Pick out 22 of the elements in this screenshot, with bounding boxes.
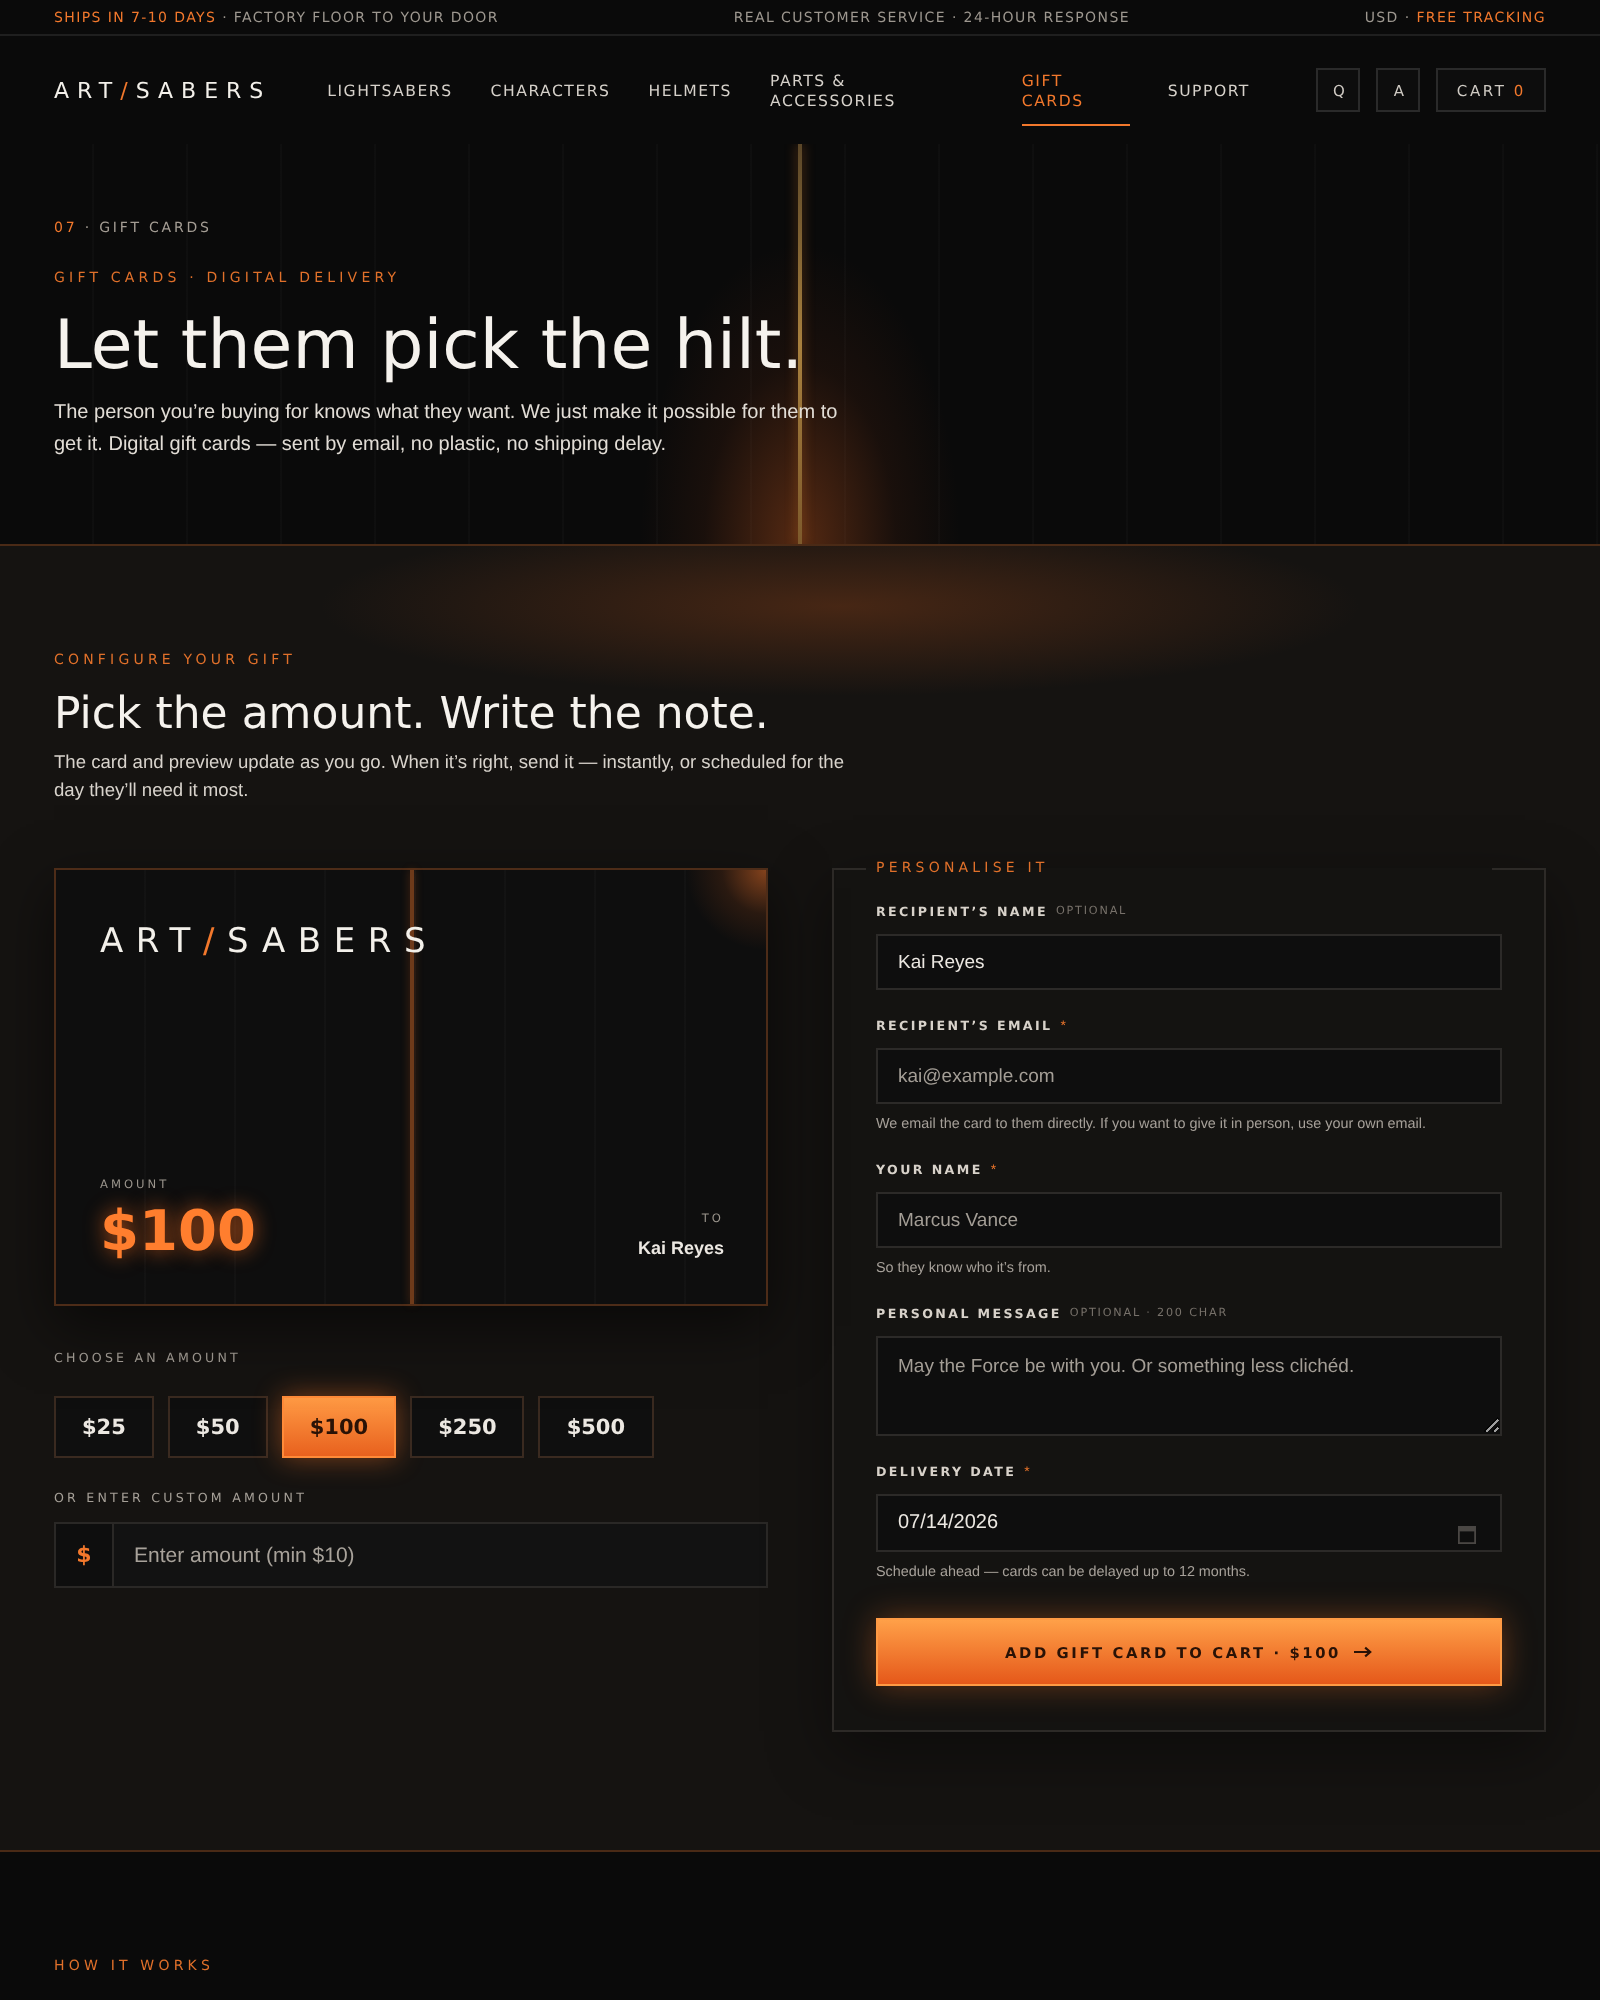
gift-card-amount: $100 — [100, 1200, 256, 1264]
amount-option[interactable]: $100 — [281, 1396, 397, 1458]
arrow-right-icon — [1354, 1646, 1373, 1658]
amount-option[interactable]: $500 — [538, 1396, 654, 1458]
custom-amount-input[interactable]: Enter amount (min $10) — [114, 1522, 768, 1588]
hero-description: The person you’re buying for knows what they want. We just make it possible for them to get it. Digital gift cards — sent by email, no plastic, no shipping delay. — [54, 400, 840, 460]
text-input[interactable]: Marcus Vance — [876, 1192, 1502, 1248]
currency-prefix: $ — [54, 1522, 114, 1588]
gift-card-logo: ART/SABERS — [100, 924, 439, 962]
message-input[interactable]: May the Force be with you. Or something less clichéd. — [876, 1336, 1502, 1436]
text-input[interactable]: kai@example.com — [876, 1048, 1502, 1104]
amount-option[interactable]: $250 — [410, 1396, 525, 1458]
section-description: The card and preview update as you go. When it’s right, send it — instantly, or scheduled for the day they’ll need it most. — [54, 750, 846, 804]
site-logo[interactable]: ART/SABERS — [54, 77, 272, 103]
recipient-name: Kai Reyes — [637, 1236, 724, 1260]
hero-title: Let them pick the hilt. — [54, 312, 806, 380]
section-title: Pick the amount. Write the note. — [54, 690, 771, 742]
date-input[interactable]: 07/14/2026 — [876, 1494, 1502, 1552]
text-input[interactable]: Kai Reyes — [876, 934, 1502, 990]
amount-option[interactable]: $50 — [167, 1396, 268, 1458]
amount-option[interactable]: $25 — [54, 1396, 154, 1458]
calendar-icon[interactable] — [1458, 1526, 1476, 1544]
